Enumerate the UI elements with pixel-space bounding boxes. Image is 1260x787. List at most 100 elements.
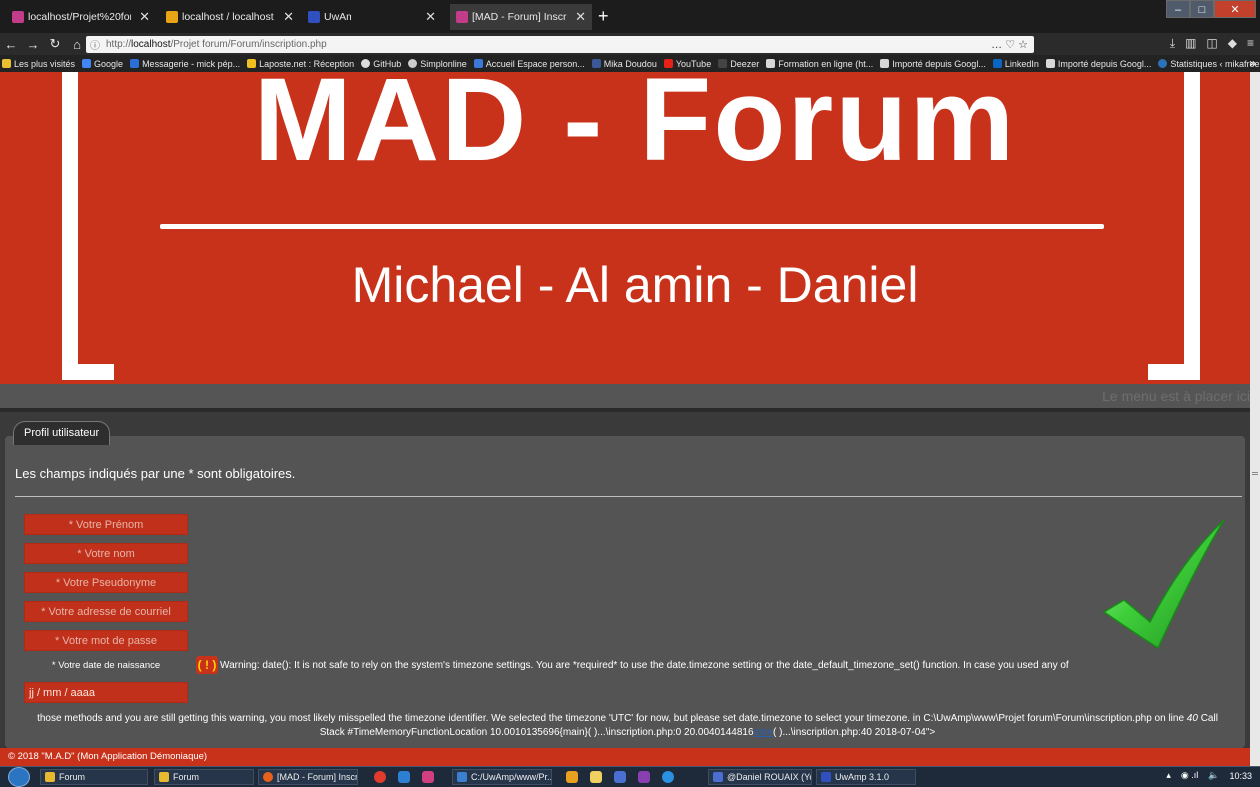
close-tab-icon[interactable]: ✕	[283, 9, 294, 25]
close-tab-icon[interactable]: ✕	[575, 9, 586, 25]
tab-profil-utilisateur[interactable]: Profil utilisateur	[13, 421, 111, 445]
taskbar-label: Forum	[59, 772, 86, 782]
bookmark-label: Les plus visités	[14, 58, 76, 69]
taskbar-item-explorer[interactable]: C:/UwAmp/www/Pr...	[452, 769, 552, 785]
bookmark-item[interactable]: Messagerie - mick pép...	[130, 59, 240, 69]
app-icon[interactable]	[422, 771, 434, 783]
bookmark-item[interactable]: GitHub	[361, 59, 401, 69]
bookmark-item[interactable]: Deezer	[718, 59, 759, 69]
new-tab-button[interactable]: +	[598, 6, 609, 27]
tab-title: localhost / localhost | phpMyA	[182, 11, 275, 23]
taskbar-item-forum-2[interactable]: Forum	[154, 769, 254, 785]
volume-icon[interactable]: 🔈	[1208, 770, 1219, 781]
reload-icon[interactable]: ↻	[44, 36, 66, 52]
panel-divider	[15, 496, 1242, 497]
sublime-icon[interactable]	[566, 771, 578, 783]
window-controls: – □ ✕	[1166, 0, 1256, 18]
minimize-button[interactable]: –	[1166, 0, 1190, 18]
close-window-button[interactable]: ✕	[1214, 0, 1256, 18]
firstname-field[interactable]: * Votre Prénom	[24, 514, 188, 535]
gear-icon	[2, 59, 11, 68]
url-path: /Projet forum/Forum/inscription.php	[170, 39, 327, 50]
bookmark-item[interactable]: LinkedIn	[992, 59, 1039, 69]
ie-icon[interactable]	[398, 771, 410, 783]
site-banner: MAD - Forum Michael - Al amin - Daniel	[0, 72, 1250, 384]
uwamp-favicon-icon	[308, 11, 320, 23]
network-icon[interactable]: ◉ .ıl	[1181, 770, 1198, 781]
more-bookmarks-icon[interactable]: »	[1249, 56, 1256, 70]
extension-icon[interactable]: ◆	[1228, 36, 1237, 51]
bookmark-folder[interactable]: Importé depuis Googl...	[1045, 58, 1152, 69]
app-icon[interactable]	[638, 771, 650, 783]
tray-arrow-icon[interactable]: ▴	[1166, 770, 1171, 781]
info-icon[interactable]: ⓘ	[90, 37, 100, 52]
bookmark-item[interactable]: Les plus visités	[2, 59, 75, 69]
taskbar-item-forum[interactable]: Forum	[40, 769, 148, 785]
tab-title: [MAD - Forum] Inscription	[472, 11, 567, 23]
bookmark-item[interactable]: Google	[82, 59, 123, 69]
wordpress-icon	[1158, 59, 1168, 68]
bookmark-item[interactable]: Accueil Espace person...	[473, 58, 585, 69]
scrollbar-grip[interactable]	[1252, 472, 1258, 475]
taskbar-item-uwamp[interactable]: UwAmp 3.1.0	[816, 769, 916, 785]
bookmark-label: Accueil Espace person...	[485, 58, 585, 69]
profile-panel	[5, 436, 1245, 748]
taskbar-item-messenger[interactable]: @Daniel ROUAIX (Yo...	[708, 769, 812, 785]
bookmark-folder[interactable]: Formation en ligne (ht...	[766, 59, 873, 69]
url-prefix: http://	[106, 39, 132, 50]
bookmark-item[interactable]: Laposte.net : Réception	[247, 59, 354, 69]
start-button[interactable]	[8, 767, 30, 787]
menu-placeholder-text: Le menu est à placer ici	[1102, 388, 1250, 404]
maximize-button[interactable]: □	[1190, 0, 1214, 18]
library-icon[interactable]: ▥	[1185, 36, 1196, 51]
sidebar-icon[interactable]: ◫	[1206, 36, 1217, 51]
username-field[interactable]: * Votre Pseudonyme	[24, 572, 188, 593]
bookmark-item[interactable]: Statistiques ‹ mikafree...	[1158, 59, 1260, 69]
browser-nav-bar: ← → ↻ ⌂ ⓘ http://localhost/Projet forum/…	[0, 33, 1260, 55]
page-scrollbar[interactable]	[1250, 72, 1260, 766]
tab-title: UwAmp	[324, 11, 352, 23]
checkmark-icon	[1102, 520, 1225, 650]
close-tab-icon[interactable]: ✕	[425, 9, 436, 25]
bookmark-item[interactable]: Simplonline	[408, 59, 467, 69]
url-bar[interactable]: ⓘ http://localhost/Projet forum/Forum/in…	[86, 36, 1034, 53]
close-tab-icon[interactable]: ✕	[139, 9, 150, 25]
bookmark-item[interactable]: YouTube	[663, 59, 711, 69]
forward-arrow-icon[interactable]: →	[22, 37, 44, 52]
messenger-icon[interactable]	[662, 771, 674, 783]
linkedin-icon	[992, 59, 1002, 68]
browser-tab-forum-1[interactable]: localhost/Projet%20forum/For ✕	[6, 4, 156, 30]
bookmark-folder[interactable]: Importé depuis Googl...	[880, 59, 986, 69]
notes-icon[interactable]	[590, 771, 602, 783]
site-subtitle: Michael - Al amin - Daniel	[351, 257, 919, 313]
bookmark-label: Simplonline	[420, 58, 467, 69]
globe-icon	[408, 59, 418, 68]
bookmark-label: Formation en ligne (ht...	[778, 58, 874, 69]
bookmark-label: Deezer	[730, 58, 760, 69]
chrome-icon[interactable]	[374, 771, 386, 783]
laposte-icon	[247, 59, 257, 68]
date-doc-link[interactable]: date	[754, 727, 773, 738]
password-field[interactable]: * Votre mot de passe	[24, 630, 188, 651]
app-icon[interactable]	[614, 771, 626, 783]
tab-title: localhost/Projet%20forum/For	[28, 11, 131, 23]
lastname-field[interactable]: * Votre nom	[24, 543, 188, 564]
warning-text: ( )...\inscription.php:40 2018-07-04">	[773, 727, 936, 738]
email-field[interactable]: * Votre adresse de courriel	[24, 601, 188, 622]
back-arrow-icon[interactable]: ←	[0, 37, 22, 52]
bookmark-label: Statistiques ‹ mikafree...	[1170, 58, 1260, 69]
url-host: localhost	[131, 39, 171, 50]
download-icon[interactable]: ⤓	[1170, 36, 1175, 51]
taskbar-item-firefox[interactable]: [MAD - Forum] Inscr...	[258, 769, 358, 785]
menu-hamburger-icon[interactable]: ≡	[1247, 36, 1254, 51]
birthdate-field[interactable]: jj / mm / aaaa	[24, 682, 188, 703]
banner-divider	[160, 224, 1104, 229]
bookmark-item[interactable]: Mika Doudou	[591, 59, 657, 69]
browser-tab-phpmyadmin[interactable]: localhost / localhost | phpMyA ✕	[160, 4, 300, 30]
page-actions-icon[interactable]: … ♡ ☆	[991, 38, 1028, 51]
clock[interactable]: 10:33	[1229, 771, 1252, 781]
browser-tab-uwamp[interactable]: UwAmp ✕	[302, 4, 442, 30]
bookmark-label: Importé depuis Googl...	[1057, 58, 1152, 69]
home-icon[interactable]: ⌂	[66, 37, 88, 52]
browser-tab-inscription[interactable]: [MAD - Forum] Inscription ✕	[450, 4, 592, 30]
